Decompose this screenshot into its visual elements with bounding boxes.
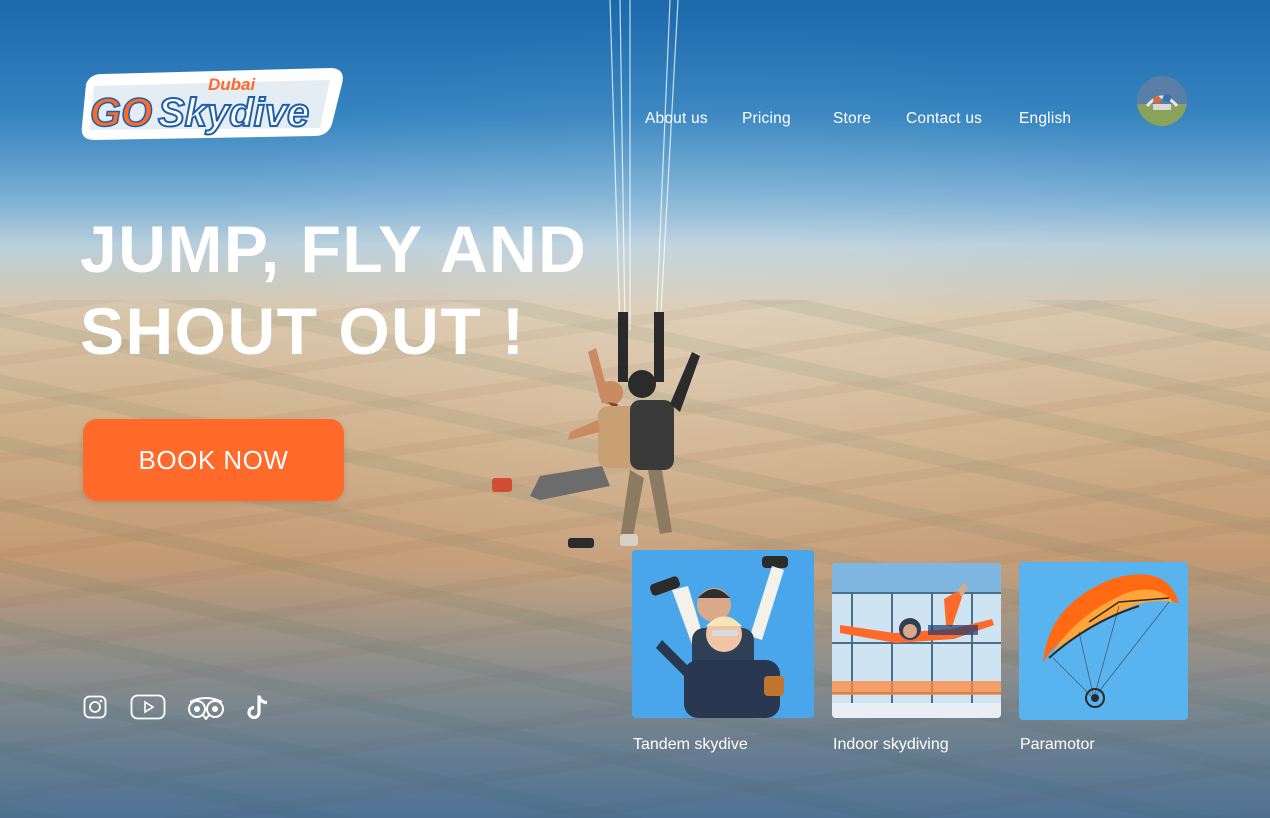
card-label-paramotor: Paramotor: [1020, 736, 1095, 753]
card-paramotor[interactable]: Paramotor: [1019, 562, 1188, 755]
book-now-button[interactable]: BOOK NOW: [83, 419, 344, 501]
tiktok-icon[interactable]: [246, 694, 270, 721]
youtube-icon[interactable]: [130, 694, 166, 720]
instagram-icon[interactable]: [83, 694, 107, 720]
logo-go-text: GO: [90, 91, 152, 135]
card-indoor-skydiving[interactable]: Indoor skydiving: [832, 563, 1001, 755]
card-label-tandem: Tandem skydive: [633, 736, 748, 753]
nav-pricing[interactable]: Pricing: [742, 110, 791, 128]
card-tandem-skydive[interactable]: Tandem skydive: [632, 550, 814, 755]
nav-contact-us[interactable]: Contact us: [906, 110, 982, 128]
logo-skydive-text: Skydive: [158, 91, 309, 135]
nav-about-us[interactable]: About us: [645, 110, 708, 128]
paramotor-photo: [1019, 562, 1188, 720]
goskydive-logo[interactable]: Dubai GO Skydive: [80, 64, 348, 140]
nav-store[interactable]: Store: [833, 110, 871, 128]
tripadvisor-icon[interactable]: [186, 694, 226, 720]
landing-page: Dubai GO Skydive About us Pricing Store …: [0, 0, 1270, 818]
hero-line-2: SHOUT OUT !: [80, 294, 526, 368]
hero-line-1: JUMP, FLY AND: [80, 212, 588, 286]
indoor-skydiving-photo: [832, 563, 1001, 718]
user-avatar[interactable]: [1137, 76, 1187, 126]
nav-language-english[interactable]: English: [1019, 110, 1071, 128]
tandem-skydive-photo: [632, 550, 814, 718]
avatar-photo-icon: [1137, 76, 1187, 126]
card-label-indoor: Indoor skydiving: [833, 736, 949, 753]
hero-headline: JUMP, FLY AND SHOUT OUT !: [80, 208, 587, 372]
